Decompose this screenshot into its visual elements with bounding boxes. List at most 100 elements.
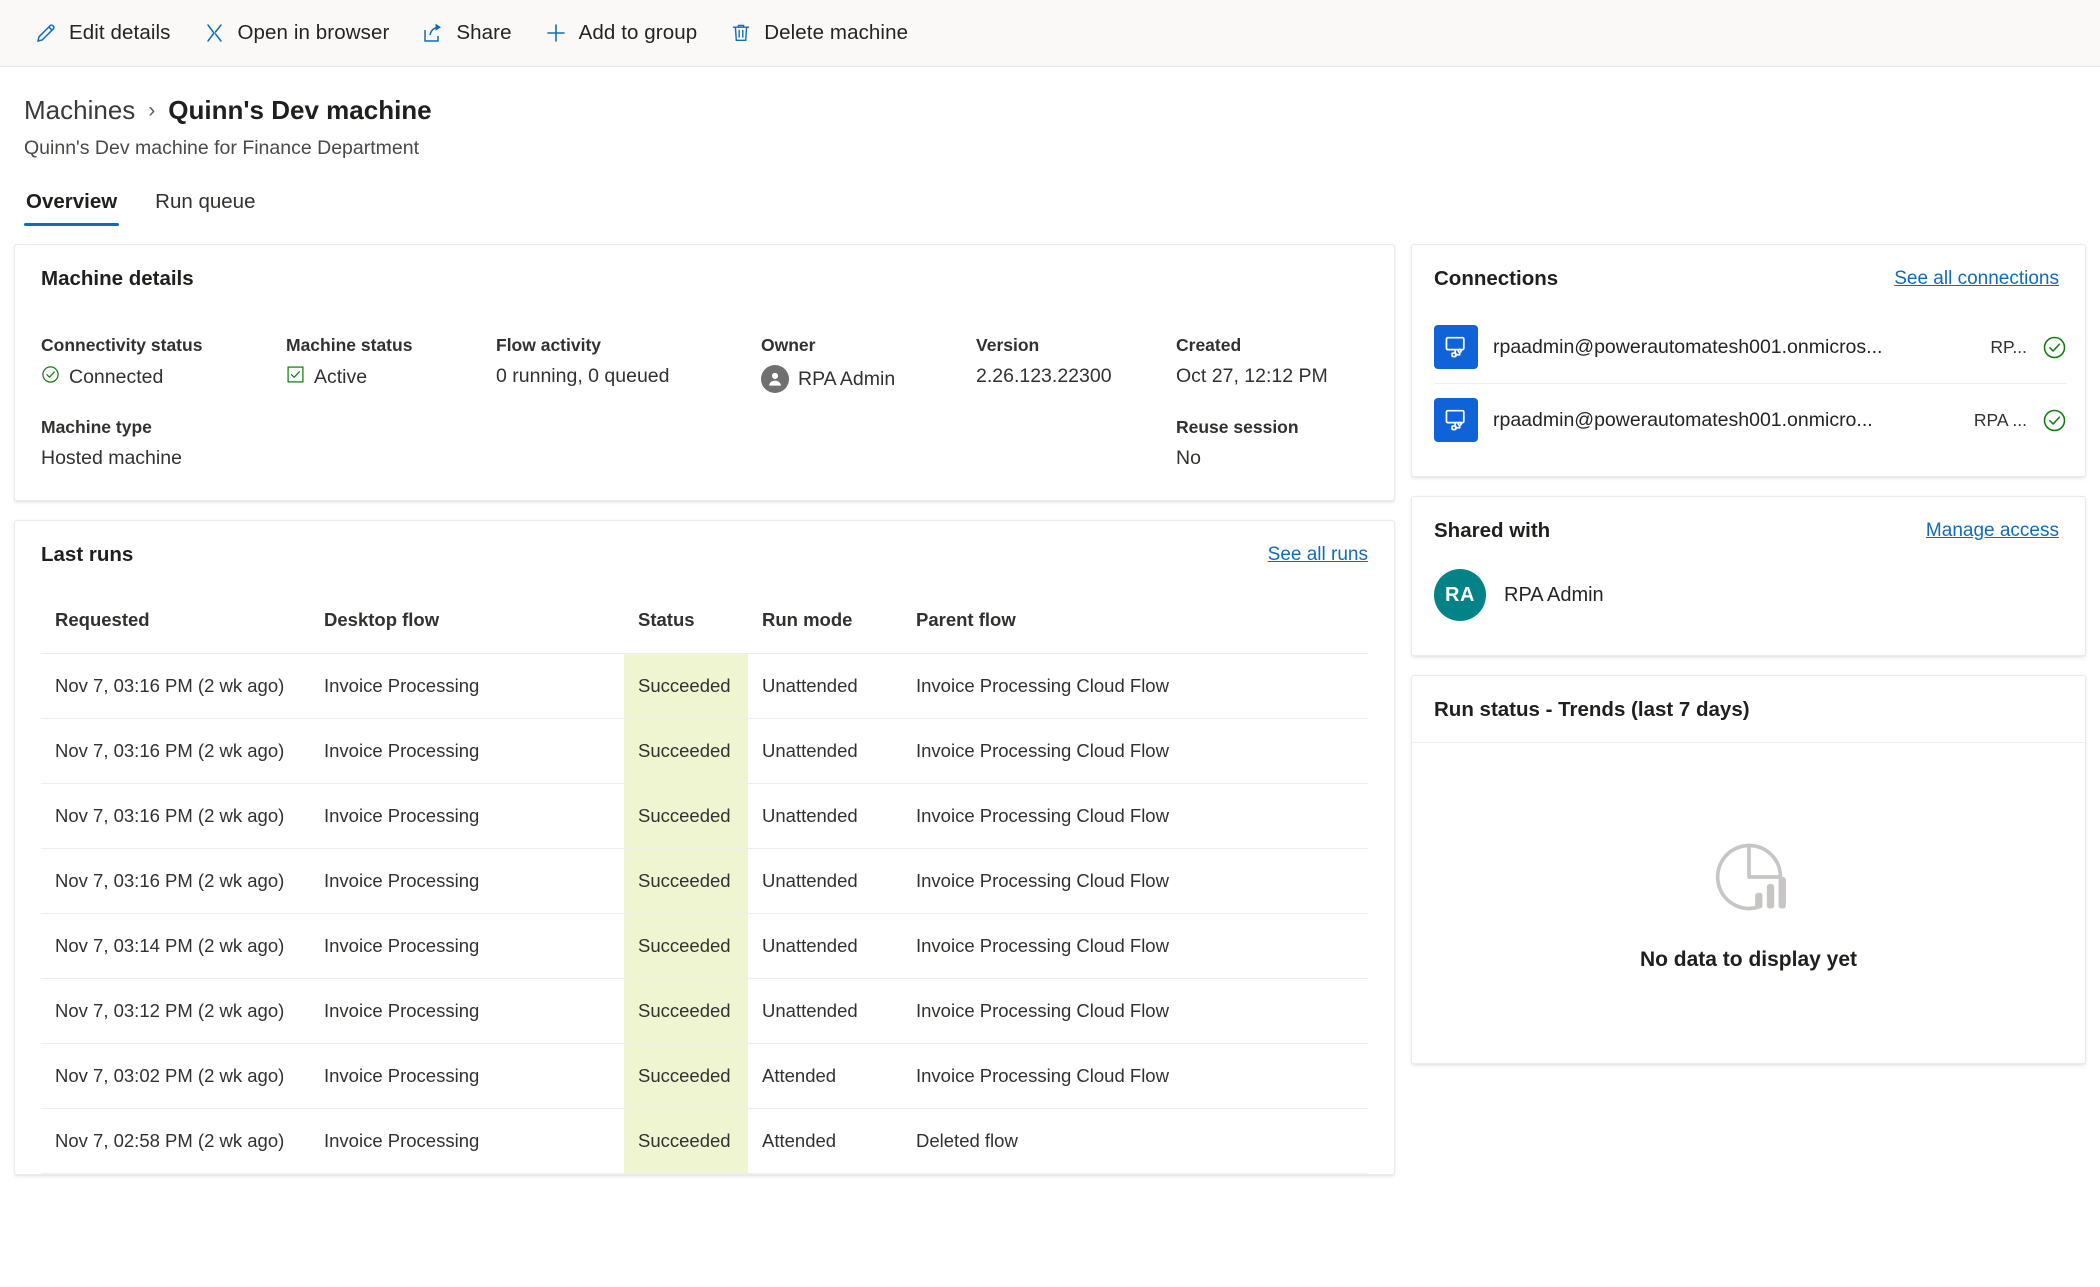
trash-icon xyxy=(729,21,753,45)
connection-owner: RP... xyxy=(1990,336,2027,357)
table-row[interactable]: Nov 7, 03:16 PM (2 wk ago) Invoice Proces… xyxy=(41,653,1368,719)
table-row[interactable]: Nov 7, 03:12 PM (2 wk ago) Invoice Proces… xyxy=(41,978,1368,1044)
connectivity-status-label: Connectivity status xyxy=(41,335,203,355)
run-status-cell: Succeeded xyxy=(624,653,748,719)
created-value: Oct 27, 12:12 PM xyxy=(1176,365,1328,387)
delete-machine-button[interactable]: Delete machine xyxy=(719,13,922,53)
machine-status-value: Active xyxy=(314,366,368,388)
add-to-group-label: Add to group xyxy=(578,21,698,44)
spacer-cell-2 xyxy=(496,417,761,470)
machine-type-value: Hosted machine xyxy=(41,447,182,469)
flow-activity-value: 0 running, 0 queued xyxy=(496,365,670,387)
run-status-trends-panel: Run status - Trends (last 7 days) No dat… xyxy=(1411,675,2086,1064)
run-parent-flow-cell: Invoice Processing Cloud Flow xyxy=(902,718,1368,784)
run-desktop-flow-cell: Invoice Processing xyxy=(310,978,624,1044)
page-subtitle: Quinn's Dev machine for Finance Departme… xyxy=(24,137,419,159)
column-header-parent-flow[interactable]: Parent flow xyxy=(902,609,1368,654)
table-row[interactable]: Nov 7, 03:02 PM (2 wk ago) Invoice Proces… xyxy=(41,1043,1368,1109)
run-status-cell: Succeeded xyxy=(624,1108,748,1174)
run-status-cell: Succeeded xyxy=(624,783,748,849)
connectivity-status-value-row: Connected xyxy=(41,365,286,390)
version-label: Version xyxy=(976,335,1040,355)
connection-row[interactable]: rpaadmin@powerautomatesh001.onmicro... RP… xyxy=(1434,384,2067,456)
run-mode-cell: Attended xyxy=(748,1108,902,1174)
run-requested-cell: Nov 7, 03:14 PM (2 wk ago) xyxy=(41,913,310,979)
column-header-run-mode[interactable]: Run mode xyxy=(748,609,902,654)
run-requested-cell: Nov 7, 03:16 PM (2 wk ago) xyxy=(41,653,310,719)
run-parent-flow-cell: Invoice Processing Cloud Flow xyxy=(902,848,1368,914)
table-row[interactable]: Nov 7, 02:58 PM (2 wk ago) Invoice Proces… xyxy=(41,1108,1368,1174)
run-mode-cell: Unattended xyxy=(748,653,902,719)
breadcrumb-machines-link[interactable]: Machines xyxy=(24,95,135,126)
see-all-runs-link[interactable]: See all runs xyxy=(1268,544,1368,566)
connections-title: Connections xyxy=(1434,267,1559,290)
delete-machine-label: Delete machine xyxy=(764,21,909,44)
add-to-group-button[interactable]: Add to group xyxy=(534,13,712,53)
check-box-icon xyxy=(286,365,305,390)
empty-state-message: No data to display yet xyxy=(1639,947,1858,971)
column-header-desktop-flow[interactable]: Desktop flow xyxy=(310,609,624,654)
table-row[interactable]: Nov 7, 03:14 PM (2 wk ago) Invoice Proces… xyxy=(41,913,1368,979)
plus-icon xyxy=(544,21,568,45)
field-reuse-session: Reuse session No xyxy=(1176,417,1368,470)
version-value: 2.26.123.22300 xyxy=(976,365,1112,387)
desktop-flow-connector-icon xyxy=(1434,325,1478,369)
connection-name: rpaadmin@powerautomatesh001.onmicro... xyxy=(1493,408,1873,431)
field-owner: Owner RPA Admin xyxy=(761,335,976,393)
spacer-cell-3 xyxy=(761,417,976,470)
table-header-row: Requested Desktop flow Status Run mode P… xyxy=(41,609,1368,654)
run-status-cell: Succeeded xyxy=(624,978,748,1044)
run-status-cell: Succeeded xyxy=(624,718,748,784)
field-machine-type: Machine type Hosted machine xyxy=(41,417,286,470)
run-requested-cell: Nov 7, 03:12 PM (2 wk ago) xyxy=(41,978,310,1044)
manage-access-link[interactable]: Manage access xyxy=(1926,520,2059,542)
shared-with-panel: Shared with Manage access RA RPA Admin xyxy=(1411,496,2086,656)
column-header-status[interactable]: Status xyxy=(624,609,748,654)
last-runs-header: Last runs See all runs xyxy=(41,543,1368,567)
run-status-cell: Succeeded xyxy=(624,913,748,979)
edit-details-button[interactable]: Edit details xyxy=(24,13,184,53)
left-column: Machine details Connectivity status Conn… xyxy=(14,244,1395,1175)
field-created: Created Oct 27, 12:12 PM xyxy=(1176,335,1368,393)
last-runs-table-body: Nov 7, 03:16 PM (2 wk ago) Invoice Proces… xyxy=(41,653,1368,1174)
reuse-session-value: No xyxy=(1176,447,1201,469)
column-header-requested[interactable]: Requested xyxy=(41,609,310,654)
machine-details-grid: Connectivity status Connected Machine st… xyxy=(41,335,1368,470)
run-desktop-flow-cell: Invoice Processing xyxy=(310,913,624,979)
shared-with-user[interactable]: RA RPA Admin xyxy=(1412,563,2085,655)
tab-run-queue-label: Run queue xyxy=(155,190,256,213)
machine-type-label: Machine type xyxy=(41,417,152,437)
reuse-session-label: Reuse session xyxy=(1176,417,1299,437)
connection-row[interactable]: rpaadmin@powerautomatesh001.onmicros... R… xyxy=(1434,311,2067,384)
main-content: Machine details Connectivity status Conn… xyxy=(0,226,2100,1175)
run-requested-cell: Nov 7, 03:16 PM (2 wk ago) xyxy=(41,848,310,914)
run-status-trends-empty-state: No data to display yet xyxy=(1412,743,2085,1063)
last-runs-title: Last runs xyxy=(41,543,134,566)
table-row[interactable]: Nov 7, 03:16 PM (2 wk ago) Invoice Proces… xyxy=(41,718,1368,784)
spacer-cell-4 xyxy=(976,417,1176,470)
tab-run-queue[interactable]: Run queue xyxy=(153,184,257,226)
command-bar: Edit details Open in browser Share Add t… xyxy=(0,0,2100,67)
flow-activity-label: Flow activity xyxy=(496,335,602,355)
created-label: Created xyxy=(1176,335,1242,355)
connectivity-status-value: Connected xyxy=(69,366,164,388)
share-button[interactable]: Share xyxy=(411,13,525,53)
run-parent-flow-cell: Invoice Processing Cloud Flow xyxy=(902,978,1368,1044)
table-row[interactable]: Nov 7, 03:16 PM (2 wk ago) Invoice Proces… xyxy=(41,848,1368,914)
right-column: Connections See all connections rpaadmin… xyxy=(1411,244,2086,1083)
field-machine-status: Machine status Active xyxy=(286,335,496,393)
tab-overview-label: Overview xyxy=(26,190,118,213)
open-in-browser-button[interactable]: Open in browser xyxy=(192,13,403,53)
tab-overview[interactable]: Overview xyxy=(24,184,120,226)
connection-name: rpaadmin@powerautomatesh001.onmicros... xyxy=(1493,335,1883,358)
connection-status-icon xyxy=(2042,335,2067,360)
run-parent-flow-cell: Invoice Processing Cloud Flow xyxy=(902,913,1368,979)
table-row[interactable]: Nov 7, 03:16 PM (2 wk ago) Invoice Proces… xyxy=(41,783,1368,849)
run-mode-cell: Attended xyxy=(748,1043,902,1109)
field-connectivity-status: Connectivity status Connected xyxy=(41,335,286,393)
owner-value-row: RPA Admin xyxy=(761,365,976,393)
see-all-connections-link[interactable]: See all connections xyxy=(1894,268,2059,290)
run-desktop-flow-cell: Invoice Processing xyxy=(310,718,624,784)
open-in-browser-label: Open in browser xyxy=(237,21,390,44)
last-runs-card: Last runs See all runs Requested Desktop… xyxy=(14,520,1395,1175)
